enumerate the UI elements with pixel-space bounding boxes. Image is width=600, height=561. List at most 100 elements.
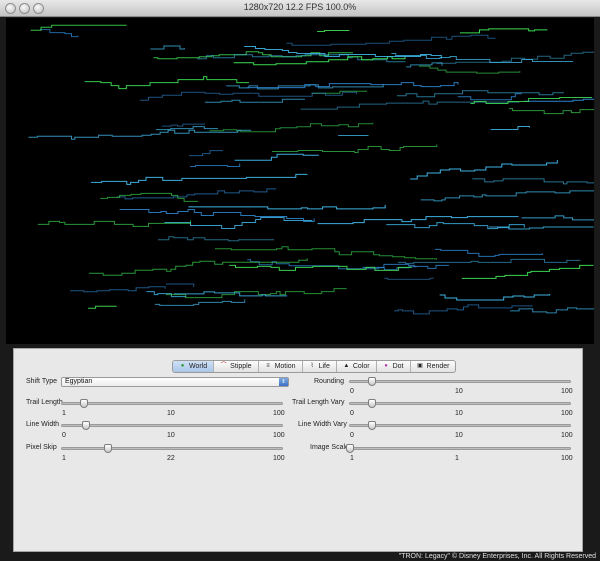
light-trail — [88, 258, 308, 276]
tab-label: Render — [426, 363, 450, 370]
rounding-thumb[interactable] — [368, 377, 376, 386]
light-trail — [394, 304, 533, 315]
tab-bar: ● World ⌒ Stipple ≡ Motion ⌇ Life ▲ Colo… — [172, 360, 457, 373]
light-trail — [209, 122, 374, 133]
stipple-icon: ⌒ — [220, 363, 227, 369]
pixel-skip-min: 1 — [62, 455, 66, 462]
light-trail — [490, 126, 530, 130]
tab-color[interactable]: ▲ Color — [337, 361, 377, 372]
light-trail — [189, 150, 223, 157]
light-trail — [119, 209, 315, 222]
light-trail — [317, 30, 350, 32]
light-trail — [272, 144, 438, 153]
window-titlebar[interactable]: 1280x720 12.2 FPS 100.0% — [0, 0, 600, 17]
trail-length-label: Trail Length — [26, 399, 63, 406]
shift-type-value: Egyptian — [65, 378, 93, 385]
light-trail — [190, 163, 241, 167]
light-trail — [215, 246, 437, 260]
tab-label: Life — [318, 363, 330, 370]
line-width-vary-slider[interactable] — [349, 421, 571, 430]
rounding-slider[interactable] — [349, 377, 571, 386]
light-trail — [37, 220, 191, 227]
line-width-vary-mid: 10 — [455, 432, 463, 439]
pixel-skip-label: Pixel Skip — [26, 444, 57, 451]
tab-stipple[interactable]: ⌒ Stipple — [214, 361, 259, 372]
trail-length-vary-mid: 10 — [455, 410, 463, 417]
tab-world[interactable]: ● World — [173, 361, 215, 372]
light-trail — [91, 173, 308, 185]
light-trail — [204, 98, 305, 103]
light-trail — [317, 216, 519, 225]
light-trail — [397, 258, 581, 264]
light-trail — [300, 100, 520, 110]
light-trail — [420, 190, 594, 202]
image-scale-thumb[interactable] — [346, 444, 354, 453]
light-trail — [460, 28, 548, 34]
line-width-vary-max: 100 — [561, 432, 573, 439]
trail-length-vary-thumb[interactable] — [368, 399, 376, 408]
light-trail — [88, 305, 117, 309]
tab-motion[interactable]: ≡ Motion — [259, 361, 303, 372]
light-trail — [28, 129, 252, 140]
light-trail — [510, 307, 594, 314]
copyright-notice: "TRON: Legacy" © Disney Enterprises, Inc… — [398, 553, 596, 560]
tab-label: World — [189, 363, 208, 370]
pixel-skip-thumb[interactable] — [104, 444, 113, 453]
trail-length-thumb[interactable] — [80, 399, 88, 408]
controls-panel: ● World ⌒ Stipple ≡ Motion ⌇ Life ▲ Colo… — [13, 348, 583, 552]
light-trail — [418, 65, 521, 74]
light-trail — [233, 56, 406, 66]
light-trail — [386, 222, 525, 230]
light-trail — [165, 283, 195, 287]
image-scale-mid: 1 — [455, 455, 459, 462]
line-width-mid: 10 — [167, 432, 175, 439]
tab-label: Dot — [392, 363, 404, 370]
light-trail — [396, 90, 564, 98]
rounding-label: Rounding — [314, 378, 344, 385]
pixel-skip-slider[interactable] — [61, 444, 283, 453]
tab-label: Stipple — [230, 363, 252, 370]
light-trail — [439, 294, 551, 301]
light-trail — [70, 286, 166, 293]
tab-dot[interactable]: ● Dot — [377, 361, 411, 372]
life-icon: ⌇ — [310, 363, 314, 369]
line-width-thumb[interactable] — [82, 421, 91, 430]
line-width-vary-min: 0 — [350, 432, 354, 439]
rounding-max: 100 — [561, 388, 573, 395]
dot-icon: ● — [384, 363, 388, 369]
image-scale-label: Image Scale — [310, 444, 349, 451]
light-trail — [155, 126, 218, 131]
light-trail — [457, 93, 522, 101]
trail-length-min: 1 — [62, 410, 66, 417]
rounding-mid: 10 — [455, 388, 463, 395]
light-trail — [286, 34, 496, 46]
light-trail — [150, 45, 185, 50]
trail-length-max: 100 — [273, 410, 285, 417]
line-width-max: 100 — [273, 432, 285, 439]
image-scale-slider[interactable] — [346, 444, 571, 453]
line-width-slider[interactable] — [61, 421, 283, 430]
light-trail — [139, 91, 358, 101]
light-trail — [84, 76, 249, 90]
trail-length-slider[interactable] — [61, 399, 283, 408]
tab-render[interactable]: ▣ Render — [411, 361, 456, 372]
light-trail — [391, 53, 573, 63]
trail-length-vary-slider[interactable] — [349, 399, 571, 408]
light-trail — [154, 299, 246, 306]
motion-icon: ≡ — [266, 363, 270, 369]
light-trail — [40, 29, 79, 38]
light-trail — [521, 215, 594, 221]
tab-life[interactable]: ⌇ Life — [303, 361, 337, 372]
line-width-label: Line Width — [26, 421, 60, 428]
shift-type-select[interactable]: Egyptian ⇕ — [61, 377, 289, 387]
line-width-vary-label: Line Width Vary — [298, 421, 347, 428]
shift-type-label: Shift Type — [26, 378, 58, 385]
light-trail — [384, 277, 434, 280]
select-arrows-icon: ⇕ — [279, 378, 288, 386]
image-scale-min: 1 — [350, 455, 354, 462]
render-viewport[interactable] — [6, 18, 594, 344]
light-trail — [157, 236, 275, 242]
render-icon: ▣ — [417, 363, 423, 369]
line-width-vary-thumb[interactable] — [368, 421, 376, 430]
trail-canvas — [28, 24, 594, 315]
